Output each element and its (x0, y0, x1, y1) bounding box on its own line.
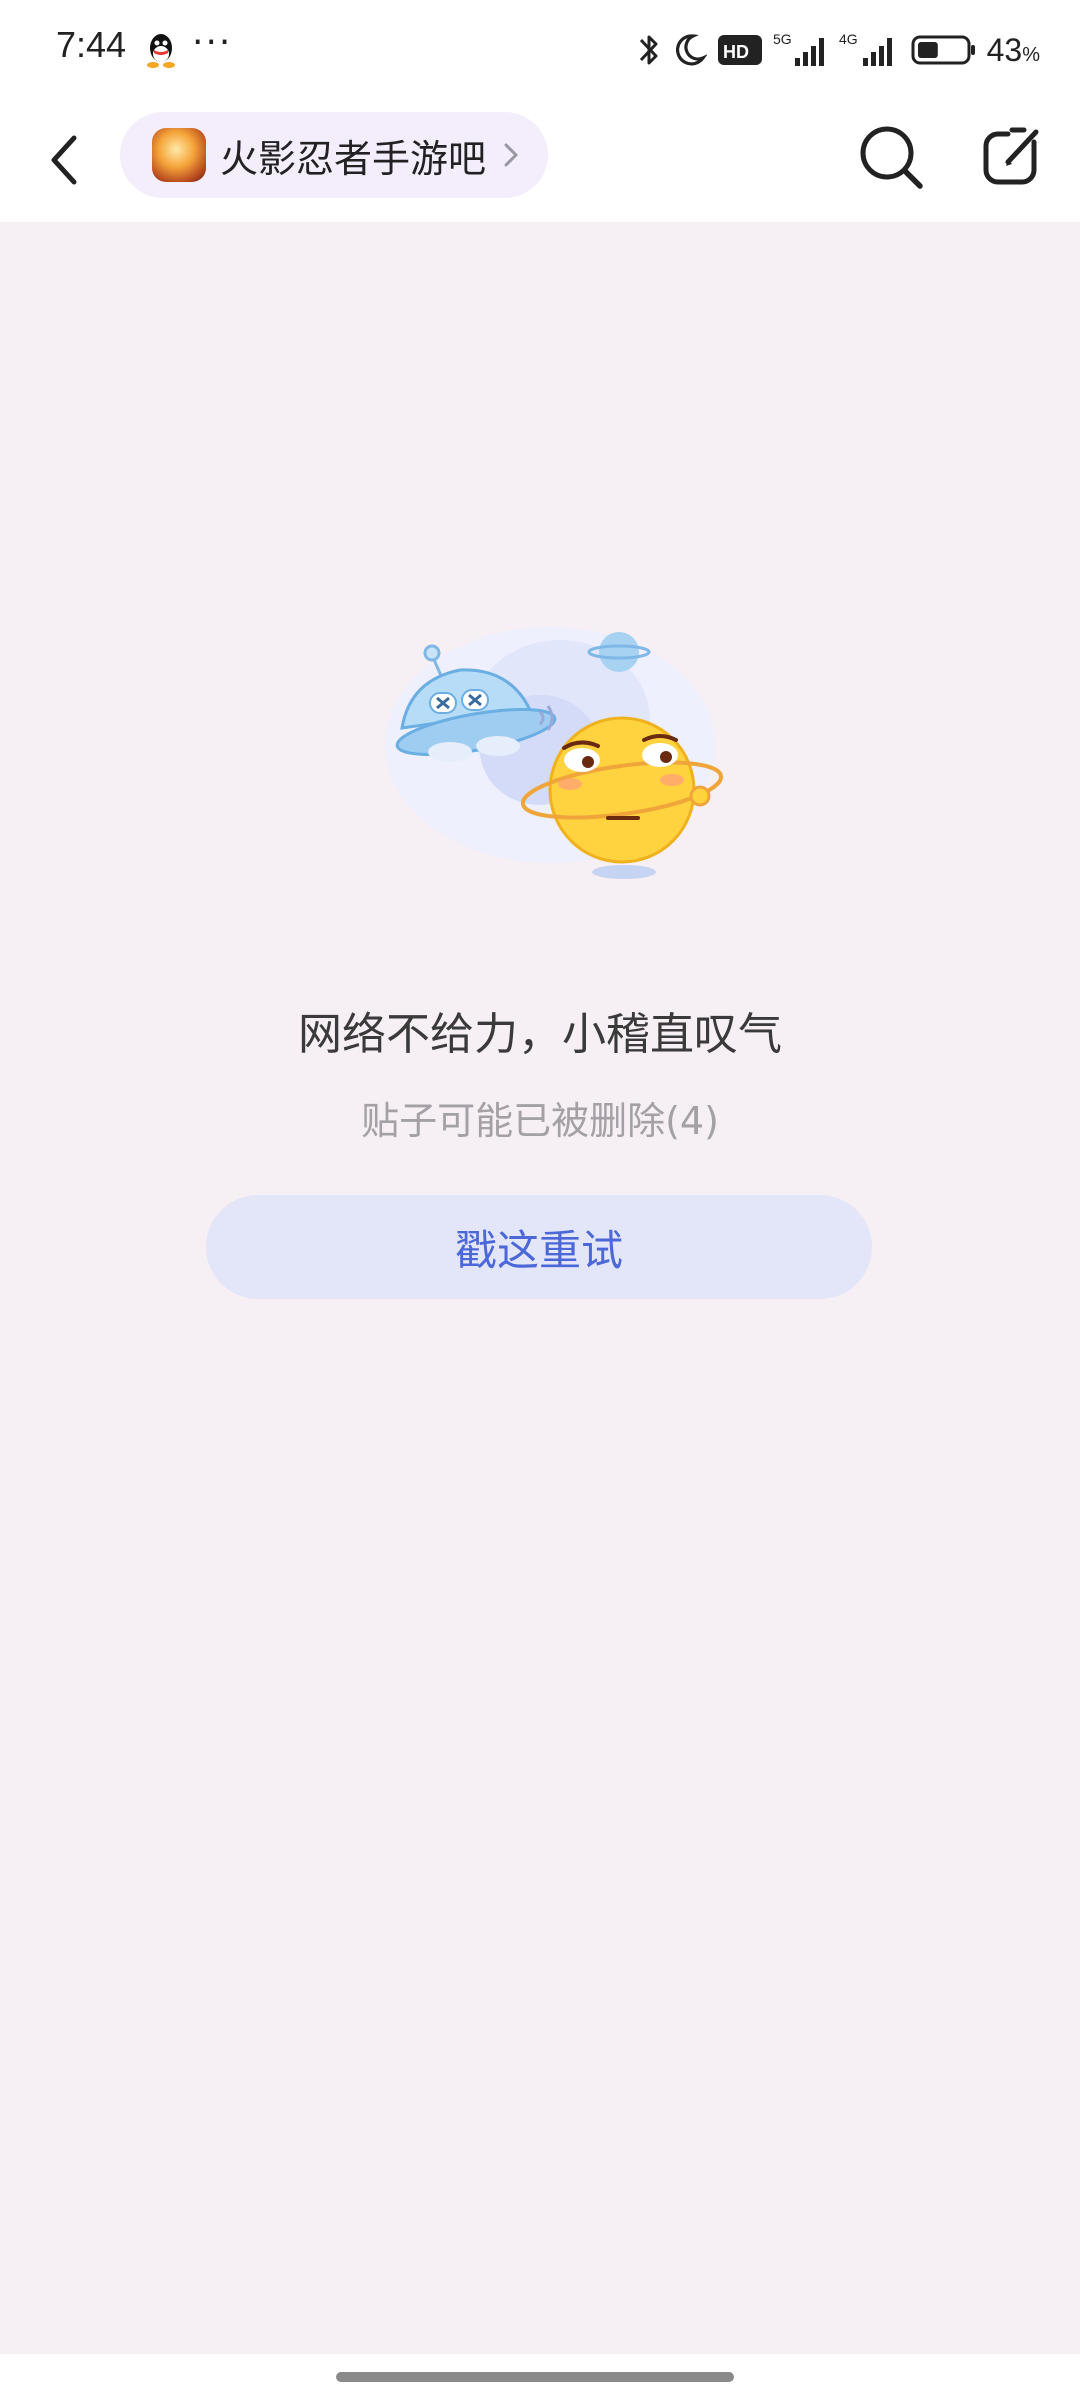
error-title: 网络不给力，小稽直叹气 (298, 1009, 782, 1060)
moon-icon (675, 34, 707, 66)
chevron-left-icon[interactable] (40, 128, 90, 192)
chevron-right-icon (504, 143, 518, 167)
battery-value: 43 (986, 31, 1023, 68)
forum-avatar (152, 128, 206, 182)
battery-unit: % (1022, 43, 1040, 66)
signal-5g-icon: 5G (773, 31, 824, 66)
home-indicator[interactable] (336, 2372, 734, 2382)
bluetooth-icon (639, 35, 658, 65)
retry-button[interactable]: 戳这重试 (206, 1195, 872, 1299)
forum-chip[interactable]: 火影忍者手游吧 (120, 112, 549, 198)
battery-icon (911, 35, 975, 65)
forum-name: 火影忍者手游吧 (220, 136, 487, 181)
compose-icon[interactable] (980, 124, 1044, 188)
hd-label: HD (723, 42, 749, 62)
qq-icon (147, 34, 175, 68)
status-bar: 7:44 ··· HD 5G 4G 43% (0, 0, 1080, 100)
status-right-group: HD 5G 4G 43% (637, 26, 1040, 74)
signal-4g-label: 4G (839, 31, 858, 47)
search-icon[interactable] (858, 124, 924, 190)
top-nav-bar: 火影忍者手游吧 (0, 100, 1080, 222)
ufo-and-planet-illustration (385, 627, 724, 879)
hd-icon: HD (717, 35, 762, 65)
status-time: 7:44 (56, 24, 127, 65)
signal-5g-label: 5G (773, 31, 792, 47)
battery-percent: 43% (987, 32, 1040, 69)
more-notifications-icon: ··· (192, 22, 233, 63)
signal-4g-icon: 4G (839, 31, 892, 66)
error-subtitle: 贴子可能已被删除(4) (361, 1099, 719, 1143)
